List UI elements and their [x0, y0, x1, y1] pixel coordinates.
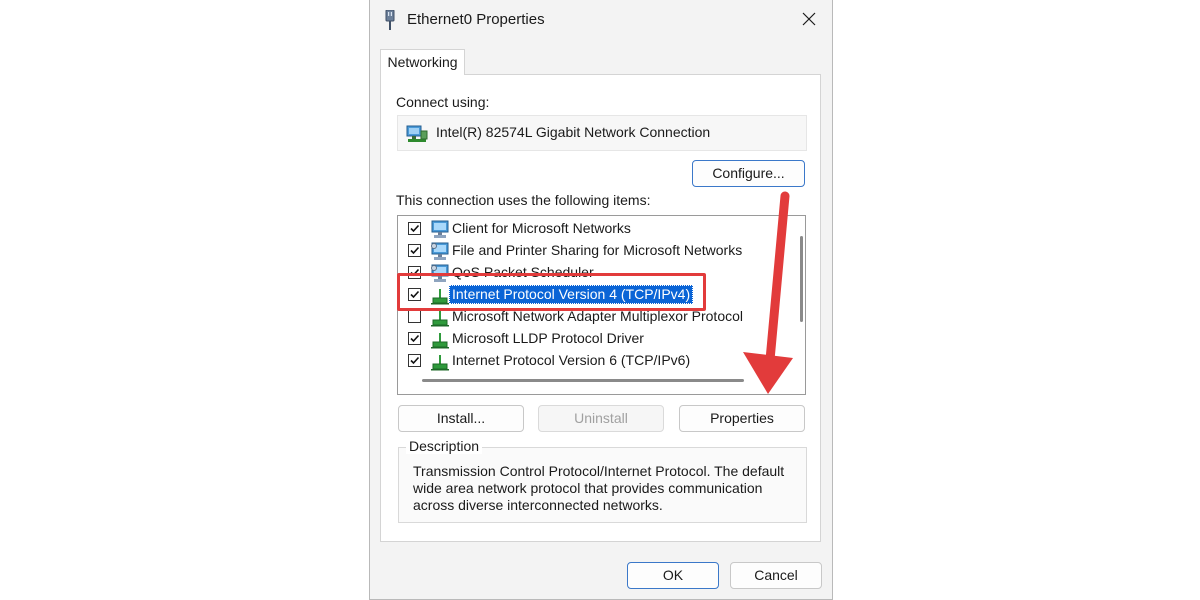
ok-button[interactable]: OK: [627, 562, 719, 589]
items-label: This connection uses the following items…: [396, 192, 651, 208]
list-item-qos-scheduler[interactable]: QoS Packet Scheduler: [398, 262, 793, 284]
checkmark-icon: [410, 290, 420, 299]
ethernet-properties-dialog: Ethernet0 Properties Networking Connect …: [369, 0, 833, 600]
list-item-lldp[interactable]: Microsoft LLDP Protocol Driver: [398, 328, 793, 350]
networking-panel: Connect using: Intel(R) 82574L Gigabit N…: [380, 74, 821, 542]
list-item-file-printer-sharing[interactable]: File and Printer Sharing for Microsoft N…: [398, 240, 793, 262]
checkbox-multiplexor[interactable]: [408, 310, 421, 323]
install-button[interactable]: Install...: [398, 405, 524, 432]
network-service-icon: [431, 264, 449, 282]
list-item-client[interactable]: Client for Microsoft Networks: [398, 218, 793, 240]
item-label: Internet Protocol Version 6 (TCP/IPv6): [452, 352, 691, 368]
checkbox-qos-scheduler[interactable]: [408, 266, 421, 279]
list-item-multiplexor[interactable]: Microsoft Network Adapter Multiplexor Pr…: [398, 306, 793, 328]
list-item-ipv6[interactable]: Internet Protocol Version 6 (TCP/IPv6): [398, 350, 793, 372]
checkmark-icon: [410, 356, 420, 365]
item-label: Microsoft LLDP Protocol Driver: [452, 330, 644, 346]
properties-button[interactable]: Properties: [679, 405, 805, 432]
description-text: Transmission Control Protocol/Internet P…: [413, 463, 785, 513]
checkmark-icon: [410, 334, 420, 343]
list-item-ipv4[interactable]: Internet Protocol Version 4 (TCP/IPv4): [398, 284, 793, 306]
item-label: QoS Packet Scheduler: [452, 264, 594, 280]
item-label: Microsoft Network Adapter Multiplexor Pr…: [452, 308, 743, 324]
network-protocol-icon: [431, 289, 449, 305]
checkmark-icon: [410, 268, 420, 277]
network-protocol-icon: [431, 355, 449, 371]
items-list[interactable]: Client for Microsoft Networks File and P…: [397, 215, 806, 395]
vertical-scrollbar[interactable]: [800, 236, 803, 322]
checkmark-icon: [410, 224, 420, 233]
horizontal-scrollbar[interactable]: [422, 379, 744, 382]
checkbox-lldp[interactable]: [408, 332, 421, 345]
network-service-icon: [431, 242, 449, 260]
close-icon: [802, 12, 816, 26]
configure-button[interactable]: Configure...: [692, 160, 805, 187]
uninstall-button[interactable]: Uninstall: [538, 405, 664, 432]
checkmark-icon: [410, 246, 420, 255]
connect-using-label: Connect using:: [396, 94, 490, 110]
network-protocol-icon: [431, 333, 449, 349]
cancel-button[interactable]: Cancel: [730, 562, 822, 589]
checkbox-ipv4[interactable]: [408, 288, 421, 301]
network-cable-icon: [385, 10, 395, 30]
checkbox-client[interactable]: [408, 222, 421, 235]
window-title: Ethernet0 Properties: [407, 11, 545, 28]
item-label: Internet Protocol Version 4 (TCP/IPv4): [449, 285, 694, 304]
adapter-name: Intel(R) 82574L Gigabit Network Connecti…: [436, 124, 711, 140]
network-protocol-icon: [431, 311, 449, 327]
tab-networking[interactable]: Networking: [380, 49, 465, 75]
item-label: Client for Microsoft Networks: [452, 220, 631, 236]
adapter-field: Intel(R) 82574L Gigabit Network Connecti…: [397, 115, 807, 151]
description-group: Description Transmission Control Protoco…: [398, 438, 807, 523]
checkbox-ipv6[interactable]: [408, 354, 421, 367]
network-client-icon: [431, 220, 449, 238]
item-label: File and Printer Sharing for Microsoft N…: [452, 242, 743, 258]
description-legend: Description: [406, 438, 483, 454]
network-adapter-icon: [406, 125, 428, 142]
close-button[interactable]: [792, 4, 826, 34]
checkbox-file-printer-sharing[interactable]: [408, 244, 421, 257]
title-bar: Ethernet0 Properties: [370, 0, 832, 40]
